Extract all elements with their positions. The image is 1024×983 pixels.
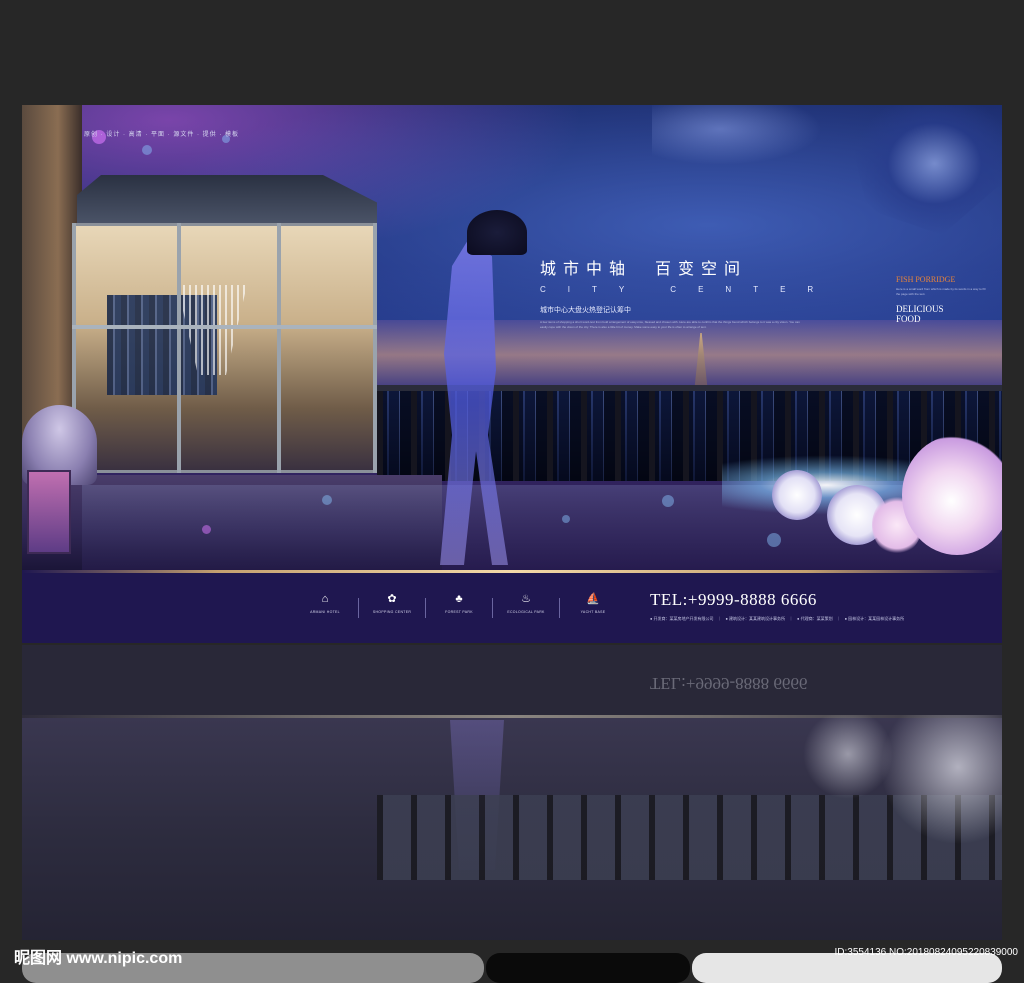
flower-cluster xyxy=(772,435,1002,565)
side-title: FISH PORRIDGE xyxy=(896,275,956,284)
amenity-label: SHOPPING CENTER xyxy=(372,610,412,614)
amenity-icons: ⌂ ARMANI HOTEL ✿ SHOPPING CENTER ♣ FORES… xyxy=(304,592,614,618)
lantern xyxy=(27,470,71,554)
bokeh-light xyxy=(767,533,781,547)
forest-icon: ♣ xyxy=(455,593,463,605)
ecological-icon: ♨ xyxy=(521,593,531,605)
subheadline-chinese: 城市中心大盘火热登记认筹中 xyxy=(540,307,631,314)
bokeh-light xyxy=(662,495,674,507)
separator xyxy=(358,598,359,618)
yacht-icon: ⛵ xyxy=(586,593,600,605)
poster-banner: 原创 · 设计 · 高清 · 平面 · 源文件 · 提供 · 模板 城市中轴 百… xyxy=(22,105,1002,643)
bokeh-light xyxy=(562,515,570,523)
watermark-logo[interactable]: 昵图网 www.nipic.com xyxy=(14,944,182,968)
hotel-icon: ⌂ xyxy=(321,593,329,605)
amenity-forest: ♣ FOREST PARK xyxy=(438,592,480,618)
flower xyxy=(772,470,822,520)
amenity-label: ECOLOGICAL PARK xyxy=(507,610,545,614)
pavilion-roof xyxy=(77,175,377,225)
bottom-pill xyxy=(486,953,690,983)
reflected-flowers xyxy=(782,715,1002,845)
body-copy: A few items of shopping a short word-tex… xyxy=(540,320,800,329)
separator xyxy=(559,598,560,618)
amenity-yacht: ⛵ YACHT BASE xyxy=(572,592,614,618)
reflected-telephone: TEL:+9999-8888 6666 xyxy=(650,674,808,693)
poster-reflection: TEL:+9999-8888 6666 xyxy=(22,645,1002,945)
separator xyxy=(425,598,426,618)
man-hat xyxy=(467,210,527,255)
magnolia-flower xyxy=(902,435,1002,555)
pavilion-mullion xyxy=(277,223,281,473)
footer-bar: ⌂ ARMANI HOTEL ✿ SHOPPING CENTER ♣ FORES… xyxy=(22,570,1002,643)
amenity-hotel: ⌂ ARMANI HOTEL xyxy=(304,592,346,618)
amenity-label: ARMANI HOTEL xyxy=(310,610,340,614)
side-small-text: Here is a small word from which is made … xyxy=(896,287,986,296)
side-big-text: DELICIOUS FOOD xyxy=(896,304,944,324)
headline-chinese: 城市中轴 百变空间 xyxy=(540,261,748,278)
headline-english: CITY CENTER xyxy=(540,285,836,294)
pavilion-mullion xyxy=(177,223,181,473)
bokeh-light xyxy=(202,525,211,534)
top-tagline: 原创 · 设计 · 高清 · 平面 · 源文件 · 提供 · 模板 xyxy=(84,132,239,138)
shopping-icon: ✿ xyxy=(387,593,397,605)
side-text-block: FISH PORRIDGE Here is a small word from … xyxy=(896,275,996,324)
glass-pavilion xyxy=(67,175,377,475)
telephone-number: TEL:+9999-8888 6666 xyxy=(650,590,817,609)
reflected-footer: TEL:+9999-8888 6666 xyxy=(22,645,1002,715)
amenity-ecological: ♨ ECOLOGICAL PARK xyxy=(505,592,547,618)
man-body xyxy=(440,240,508,565)
pavilion-rail xyxy=(72,325,377,329)
bokeh-light xyxy=(142,145,152,155)
separator xyxy=(492,598,493,618)
man-silhouette xyxy=(412,210,532,565)
amenity-label: YACHT BASE xyxy=(580,610,606,614)
watermark-id: ID:3554136 NO:20180824095220839000 xyxy=(834,947,1019,958)
amenity-label: FOREST PARK xyxy=(445,610,473,614)
developer-info: ● 开发商：某某房地产开发有限公司 ｜ ● 建筑设计：某某建筑设计事务所 ｜ ●… xyxy=(650,616,905,621)
leaves-decoration xyxy=(652,105,822,165)
amenity-shopping: ✿ SHOPPING CENTER xyxy=(371,592,413,618)
bokeh-light xyxy=(322,495,332,505)
gold-divider xyxy=(22,570,1002,573)
